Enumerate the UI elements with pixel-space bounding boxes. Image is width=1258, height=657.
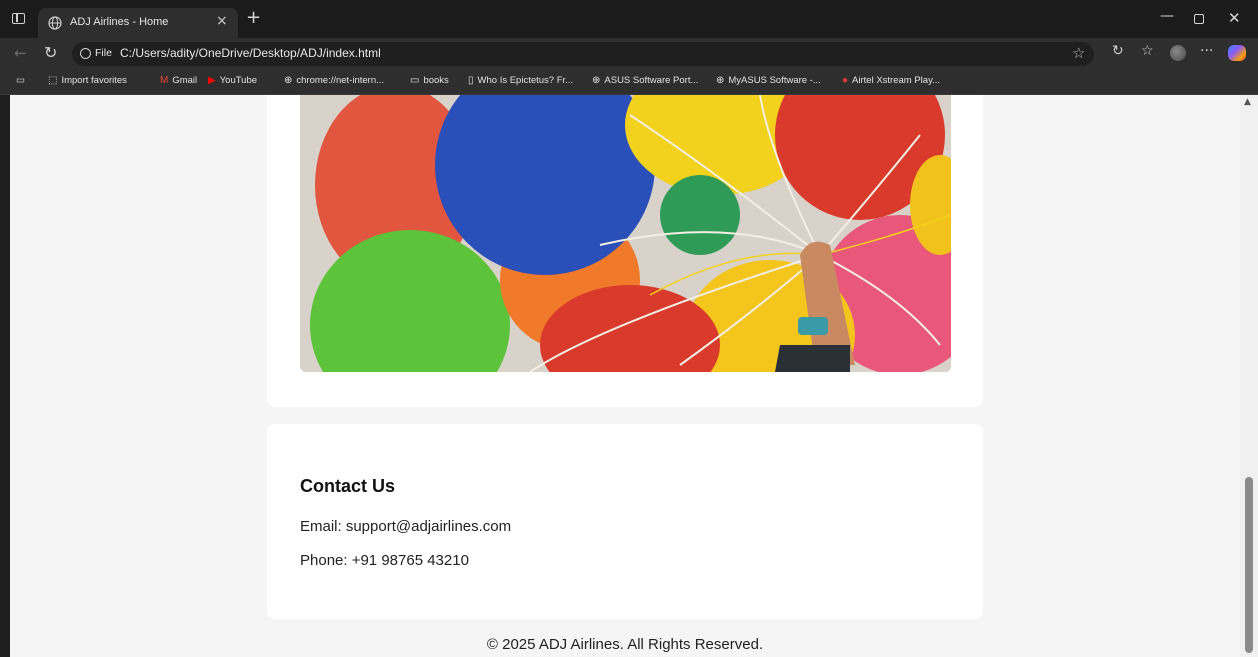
favorites-icon[interactable]: ☆ [1141,43,1154,59]
airtel-icon: ● [842,75,849,86]
bookmark-epictetus[interactable]: ▯ Who Is Epictetus? Fr... [468,75,573,86]
globe-icon [48,16,62,30]
balloons-image [300,95,951,372]
gmail-icon: M [160,75,169,86]
bookmarks-bar: ▭ ⬚ Import favorites M Gmail ▶ YouTube ⊕ chr… [0,70,1258,95]
bookmark-chrome-net-internals[interactable]: ⊕ chrome://net-intern... [284,75,384,86]
url-text[interactable]: C:/Users/adity/OneDrive/Desktop/ADJ/inde… [120,46,381,60]
new-tab-button[interactable]: + [246,7,261,28]
bookmark-myasus-software[interactable]: ⊕ MyASUS Software -... [716,75,821,86]
bookmark-youtube[interactable]: ▶ YouTube [208,75,257,86]
tab-close-icon[interactable]: × [216,13,228,29]
info-icon[interactable] [80,48,91,59]
scroll-up-arrow-icon[interactable]: ▲ [1244,97,1251,107]
footer-text: © 2025 ADJ Airlines. All Rights Reserved… [486,636,764,653]
copilot-icon[interactable] [1228,45,1246,61]
page-icon: ▯ [468,75,474,86]
bookmark-airtel-xstream[interactable]: ● Airtel Xstream Play... [842,75,940,86]
bookmark-import-favorites[interactable]: ⬚ Import favorites [48,75,127,86]
globe-icon: ⊕ [716,75,725,86]
close-window-button[interactable]: ✕ [1228,9,1241,27]
tab-adj-airlines[interactable]: ADJ Airlines - Home × [38,8,238,38]
file-scheme-label: File [95,47,112,59]
contact-email: Email: support@adjairlines.com [300,518,512,535]
contact-title: Contact Us [300,476,396,496]
collections-icon[interactable]: ▭ [16,75,25,86]
globe-icon: ⊕ [592,75,601,86]
refresh-button[interactable]: ↻ [44,43,57,62]
minimize-button[interactable]: — [1160,8,1174,24]
bookmark-books[interactable]: ▭ books [410,75,449,86]
vertical-scrollbar[interactable]: ▲ [1240,95,1258,657]
scrollbar-thumb[interactable] [1245,477,1253,653]
window-left-edge [0,95,10,657]
address-bar[interactable]: File C:/Users/adity/OneDrive/Desktop/ADJ… [72,42,1094,66]
profile-avatar[interactable] [1170,45,1186,61]
contact-phone: Phone: +91 98765 43210 [300,552,469,569]
folder-icon: ▭ [410,75,420,86]
contact-card: Contact Us Email: support@adjairlines.co… [267,424,983,619]
youtube-icon: ▶ [208,75,216,86]
bookmark-gmail[interactable]: M Gmail [160,75,197,86]
maximize-button[interactable] [1194,14,1204,24]
import-icon: ⬚ [48,75,58,86]
star-icon[interactable]: ☆ [1072,44,1085,62]
tab-title: ADJ Airlines - Home [70,16,169,28]
page-viewport: Contact Us Email: support@adjairlines.co… [10,95,1240,657]
back-button[interactable]: ← [14,44,27,62]
bookmark-asus-software-portal[interactable]: ⊕ ASUS Software Port... [592,75,698,86]
more-icon[interactable]: ··· [1200,43,1213,59]
balloons-illustration [300,95,951,372]
refresh-icon[interactable]: ↻ [1112,43,1124,59]
globe-icon: ⊕ [284,75,293,86]
sidebar-toggle-icon[interactable] [12,13,25,24]
navigation-bar: ← ↻ File C:/Users/adity/OneDrive/Desktop… [0,38,1258,70]
title-bar: ADJ Airlines - Home × + — ✕ [0,0,1258,38]
